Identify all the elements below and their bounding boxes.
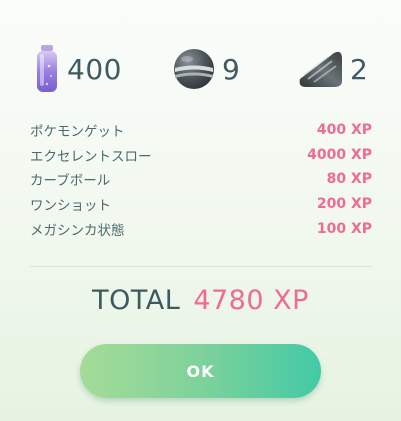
xp-value: 100 XP <box>316 220 372 237</box>
xp-label: ワンショット <box>30 198 111 215</box>
total-value: 4780 XP <box>193 285 309 316</box>
xp-row-catch: ポケモンゲット 400 XP <box>30 118 372 143</box>
stardust-icon <box>35 44 59 94</box>
xp-row-mega-evolved: メガシンカ状態 100 XP <box>30 216 372 241</box>
xp-value: 80 XP <box>326 171 372 188</box>
xp-row-curveball: カーブボール 80 XP <box>30 167 372 192</box>
xp-label: メガシンカ状態 <box>30 222 125 239</box>
total-xp: TOTAL 4780 XP <box>0 285 401 316</box>
xp-breakdown-list: ポケモンゲット 400 XP エクセレントスロー 4000 XP カーブボール … <box>30 118 372 241</box>
stardust-reward: 400 <box>35 38 122 100</box>
candy-count: 2 <box>350 52 369 86</box>
xp-value: 200 XP <box>316 196 372 213</box>
xp-row-first-throw: ワンショット 200 XP <box>30 192 372 217</box>
xp-label: エクセレントスロー <box>30 148 152 165</box>
candy-icon <box>298 49 344 89</box>
xp-value: 4000 XP <box>307 146 372 163</box>
pokeball-icon <box>172 47 216 91</box>
pokeball-count: 9 <box>222 52 241 86</box>
pokeball-reward: 9 <box>172 38 240 100</box>
xp-value: 400 XP <box>316 122 372 139</box>
xp-label: ポケモンゲット <box>30 124 125 141</box>
divider <box>30 266 372 267</box>
xp-row-excellent-throw: エクセレントスロー 4000 XP <box>30 143 372 168</box>
stardust-count: 400 <box>67 52 122 86</box>
ok-button[interactable]: OK <box>80 344 321 398</box>
candy-reward: 2 <box>298 38 368 100</box>
rewards-row: 400 9 2 <box>0 38 401 100</box>
xp-label: カーブボール <box>30 173 111 190</box>
total-label: TOTAL <box>92 285 181 316</box>
